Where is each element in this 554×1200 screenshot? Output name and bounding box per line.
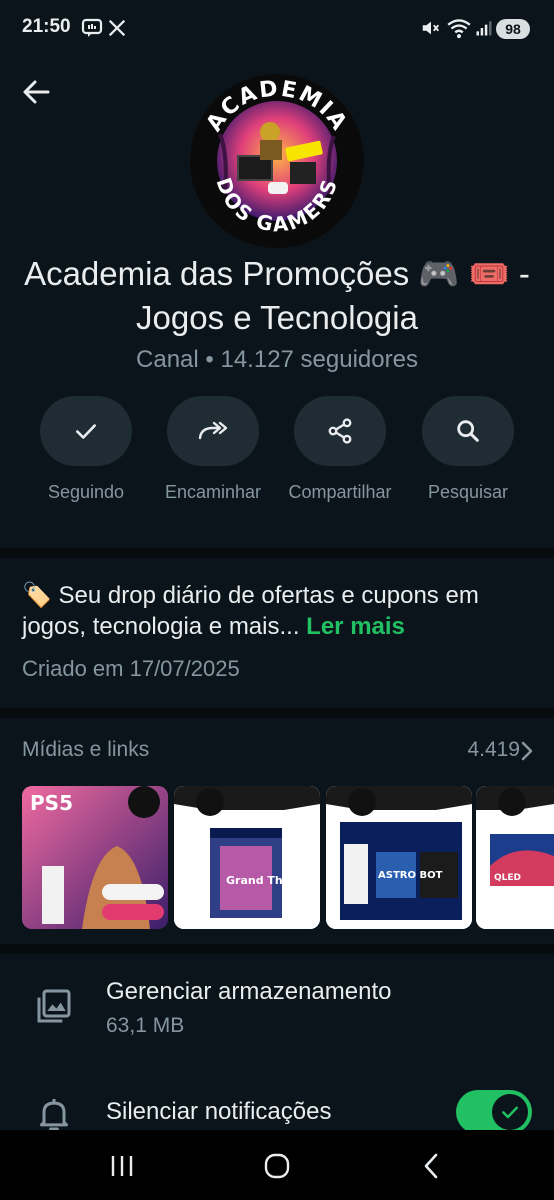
- thumb-ps5-text: PS5: [30, 791, 73, 815]
- media-thumbnail[interactable]: ASTRO BOT: [326, 786, 472, 929]
- channel-logo: ACADEMIA DOS GAMERS: [190, 74, 364, 248]
- forward-button-circle[interactable]: [167, 396, 259, 466]
- status-time: 21:50: [22, 16, 71, 37]
- manage-storage-title[interactable]: Gerenciar armazenamento: [106, 978, 391, 1006]
- action-bar: Seguindo Encaminhar Compartilhar Pesquis…: [0, 396, 554, 506]
- status-bar: 21:50 98: [0, 0, 554, 58]
- tv-promo-image: QLED: [476, 786, 554, 929]
- created-date: Criado em 17/07/2025: [22, 656, 240, 681]
- bell-icon: [40, 1099, 68, 1131]
- message-notification-icon: [81, 18, 103, 37]
- back-arrow-icon[interactable]: [18, 74, 54, 110]
- forward-label: Encaminhar: [164, 482, 262, 502]
- chevron-right-icon[interactable]: [520, 740, 534, 762]
- search-button-circle[interactable]: [422, 396, 514, 466]
- media-thumbnail[interactable]: PS5: [22, 786, 168, 929]
- media-thumbnail[interactable]: Grand Theft Auto: [174, 786, 320, 929]
- gta-promo-image: Grand Theft Auto: [174, 786, 320, 929]
- share-icon: [328, 418, 352, 444]
- share-button[interactable]: Compartilhar: [278, 396, 402, 503]
- signal-icon: [476, 21, 492, 36]
- recent-apps-icon[interactable]: [102, 1150, 142, 1182]
- astro-bot-promo-image: ASTRO BOT: [326, 786, 472, 929]
- wifi-icon: [447, 19, 471, 39]
- media-count[interactable]: 4.419: [467, 738, 520, 762]
- search-button[interactable]: Pesquisar: [406, 396, 530, 503]
- share-label: Compartilhar: [288, 482, 392, 502]
- search-icon: [457, 420, 479, 442]
- storage-size: 63,1 MB: [106, 1014, 185, 1037]
- channel-description: 🏷️ Seu drop diário de ofertas e cupons e…: [22, 580, 542, 642]
- section-divider: [0, 944, 554, 954]
- channel-title: Academia das Promoções 🎮 🎟️ - Jogos e Te…: [24, 255, 530, 336]
- mute-notifications-title[interactable]: Silenciar notificações: [106, 1098, 331, 1126]
- following-button[interactable]: Seguindo: [24, 396, 148, 503]
- check-icon: [76, 424, 96, 439]
- media-links-title[interactable]: Mídias e links: [22, 738, 149, 762]
- following-button-circle[interactable]: [40, 396, 132, 466]
- mute-icon: [422, 21, 440, 35]
- check-icon: [502, 1106, 518, 1119]
- section-divider: [0, 708, 554, 718]
- search-label: Pesquisar: [427, 482, 509, 502]
- mute-toggle[interactable]: [456, 1090, 532, 1134]
- channel-subtitle: Canal • 14.127 seguidores: [136, 346, 418, 373]
- back-nav-icon[interactable]: [412, 1150, 452, 1182]
- share-button-circle[interactable]: [294, 396, 386, 466]
- thumb-gta-text: Grand Theft Auto: [226, 874, 320, 887]
- read-more-link[interactable]: Ler mais: [306, 613, 405, 640]
- battery-indicator: 98: [496, 19, 530, 39]
- section-divider: [0, 548, 554, 558]
- storage-icon: [37, 989, 71, 1023]
- forward-icon: [198, 421, 228, 440]
- thumb-tv-text: QLED: [494, 873, 521, 883]
- x-app-icon: [108, 19, 126, 37]
- system-navigation-bar: [0, 1130, 554, 1200]
- media-thumbnail[interactable]: QLED: [476, 786, 554, 929]
- channel-avatar[interactable]: ACADEMIA DOS GAMERS: [190, 74, 364, 248]
- description-text: 🏷️ Seu drop diário de ofertas e cupons e…: [22, 582, 479, 640]
- thumb-astro-text: ASTRO BOT: [378, 870, 443, 881]
- toggle-knob: [492, 1094, 528, 1130]
- following-label: Seguindo: [47, 482, 125, 502]
- home-icon[interactable]: [257, 1150, 297, 1182]
- forward-button[interactable]: Encaminhar: [151, 396, 275, 503]
- ps5-promo-image: PS5: [22, 786, 168, 929]
